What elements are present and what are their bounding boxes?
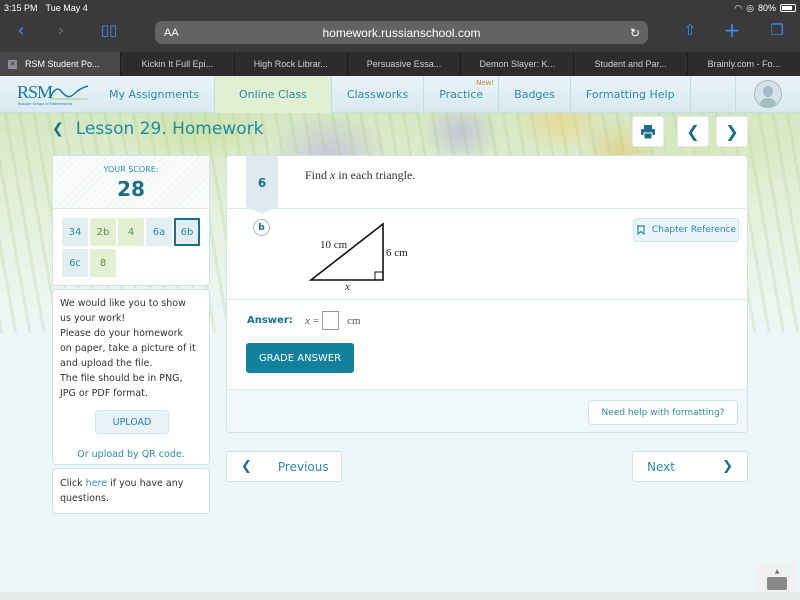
- browser-tab[interactable]: High Rock Librar...: [233, 52, 347, 76]
- question-2b[interactable]: 2b: [90, 218, 116, 246]
- chapter-reference-button[interactable]: Chapter Reference: [633, 218, 739, 242]
- next-button[interactable]: Next ❯: [632, 451, 748, 482]
- previous-problem-button[interactable]: ❮: [677, 116, 709, 147]
- chevron-left-icon: ❮: [241, 459, 252, 474]
- bookmarks-icon[interactable]: ▯▯: [94, 21, 124, 39]
- orientation-lock-icon: ◎: [746, 2, 754, 13]
- question-6b[interactable]: 6b: [174, 218, 200, 246]
- question-6a[interactable]: 6a: [146, 218, 172, 246]
- close-tab-icon[interactable]: ✕: [8, 59, 17, 69]
- browser-tab[interactable]: Persuasive Essa...: [346, 52, 460, 76]
- address-bar[interactable]: AA homework.russianschool.com ↻: [155, 21, 648, 44]
- user-menu[interactable]: [736, 76, 800, 112]
- nav-practice[interactable]: Practice New!: [424, 76, 500, 113]
- lesson-header: ❮ Lesson 29. Homework: [52, 119, 263, 139]
- chevron-left-icon: ❮: [686, 122, 700, 141]
- page-title: Lesson 29. Homework: [75, 119, 264, 139]
- back-button[interactable]: ‹: [6, 20, 36, 41]
- chevron-right-icon: ❯: [725, 122, 739, 141]
- triangle-figure: [308, 222, 384, 281]
- wifi-icon: ◠: [734, 2, 743, 13]
- printer-icon: [641, 124, 655, 139]
- browser-tab[interactable]: Demon Slayer: K...: [460, 52, 573, 76]
- base-label: x: [345, 281, 350, 293]
- problem-footer: Need help with formatting?: [227, 389, 747, 432]
- nav-badges[interactable]: Badges: [499, 76, 571, 113]
- next-problem-button[interactable]: ❯: [716, 116, 748, 147]
- problem-panel: 6 Find x in each triangle. b 10 cm 6 cm …: [226, 155, 748, 433]
- triangle-shape: [308, 222, 384, 281]
- chevron-right-icon: ❯: [722, 459, 733, 474]
- browser-tab[interactable]: Student and Par...: [573, 52, 686, 76]
- url-text: homework.russianschool.com: [322, 25, 481, 40]
- formatting-help-button[interactable]: Need help with formatting?: [588, 400, 738, 425]
- new-tab-icon[interactable]: +: [717, 18, 747, 42]
- grade-answer-button[interactable]: GRADE ANSWER: [246, 343, 354, 373]
- question-6c[interactable]: 6c: [62, 249, 88, 277]
- problem-prompt: Find x in each triangle.: [305, 168, 416, 182]
- answer-label: Answer:: [247, 315, 293, 326]
- nav-my-assignments[interactable]: My Assignments: [94, 76, 215, 113]
- new-badge: New!: [476, 79, 495, 87]
- print-button[interactable]: [632, 116, 664, 147]
- nav-online-class[interactable]: Online Class: [215, 76, 332, 113]
- help-card: Click here if you have any questions.: [52, 468, 210, 514]
- browser-tab[interactable]: ✕ RSM Student Po...: [0, 52, 121, 76]
- caret-up-icon: ▲: [774, 567, 780, 575]
- share-icon[interactable]: ⇧: [675, 21, 705, 39]
- question-8[interactable]: 8: [90, 249, 116, 277]
- status-time: 3:15 PM: [4, 3, 38, 13]
- question-4[interactable]: 4: [118, 218, 144, 246]
- keyboard-icon: [767, 576, 787, 590]
- browser-tab[interactable]: Kickin It Full Epi...: [120, 52, 233, 76]
- browser-tab[interactable]: Brainly.com - Fo...: [686, 52, 800, 76]
- rsm-logo[interactable]: RSM Russian School of Mathematics: [0, 76, 94, 113]
- score-value: 28: [117, 177, 145, 201]
- back-to-lessons-icon[interactable]: ❮: [52, 121, 64, 137]
- reload-icon[interactable]: ↻: [630, 26, 640, 40]
- qr-upload-link[interactable]: Or upload by QR code.: [53, 447, 209, 462]
- upload-button[interactable]: UPLOAD: [95, 410, 169, 434]
- upload-instructions: We would like you to show us your work! …: [60, 298, 196, 399]
- avatar[interactable]: [754, 80, 782, 108]
- part-badge: b: [253, 219, 270, 236]
- battery-icon: [780, 4, 796, 12]
- previous-button[interactable]: ❮ Previous: [226, 451, 342, 482]
- nav-formatting-help[interactable]: Formatting Help: [571, 76, 691, 113]
- forward-button[interactable]: ›: [46, 20, 76, 41]
- hypotenuse-label: 10 cm: [320, 239, 348, 251]
- text-size-button[interactable]: AA: [164, 27, 179, 39]
- score-card: YOUR SCORE: 28 34 2b 4 6a 6b 6c 8: [52, 155, 210, 286]
- question-34[interactable]: 34: [62, 218, 88, 246]
- upload-card: We would like you to show us your work! …: [52, 289, 210, 465]
- leg-label: 6 cm: [386, 247, 408, 259]
- nav-classworks[interactable]: Classworks: [332, 76, 425, 113]
- divider: [227, 299, 747, 300]
- divider: [227, 208, 747, 209]
- status-date: Tue May 4: [45, 3, 88, 13]
- status-bar: 3:15 PM Tue May 4 ◠ ◎ 80%: [0, 0, 800, 16]
- help-link[interactable]: here: [86, 478, 107, 489]
- site-nav: RSM Russian School of Mathematics My Ass…: [0, 76, 800, 113]
- bookmark-icon: [636, 225, 645, 235]
- score-label: YOUR SCORE:: [103, 165, 159, 174]
- tabs-overview-icon[interactable]: ❐: [762, 21, 792, 39]
- question-grid: 34 2b 4 6a 6b 6c 8: [62, 218, 203, 277]
- answer-equation: x = cm: [305, 311, 361, 330]
- answer-input[interactable]: [322, 311, 340, 330]
- logo-wave-icon: [49, 85, 89, 100]
- question-number: 6: [246, 156, 278, 214]
- right-angle-mark: [374, 271, 384, 281]
- keyboard-toggle[interactable]: ▲: [758, 562, 796, 596]
- browser-tabs: ✕ RSM Student Po... Kickin It Full Epi...…: [0, 52, 800, 76]
- battery-percent: 80%: [757, 3, 776, 13]
